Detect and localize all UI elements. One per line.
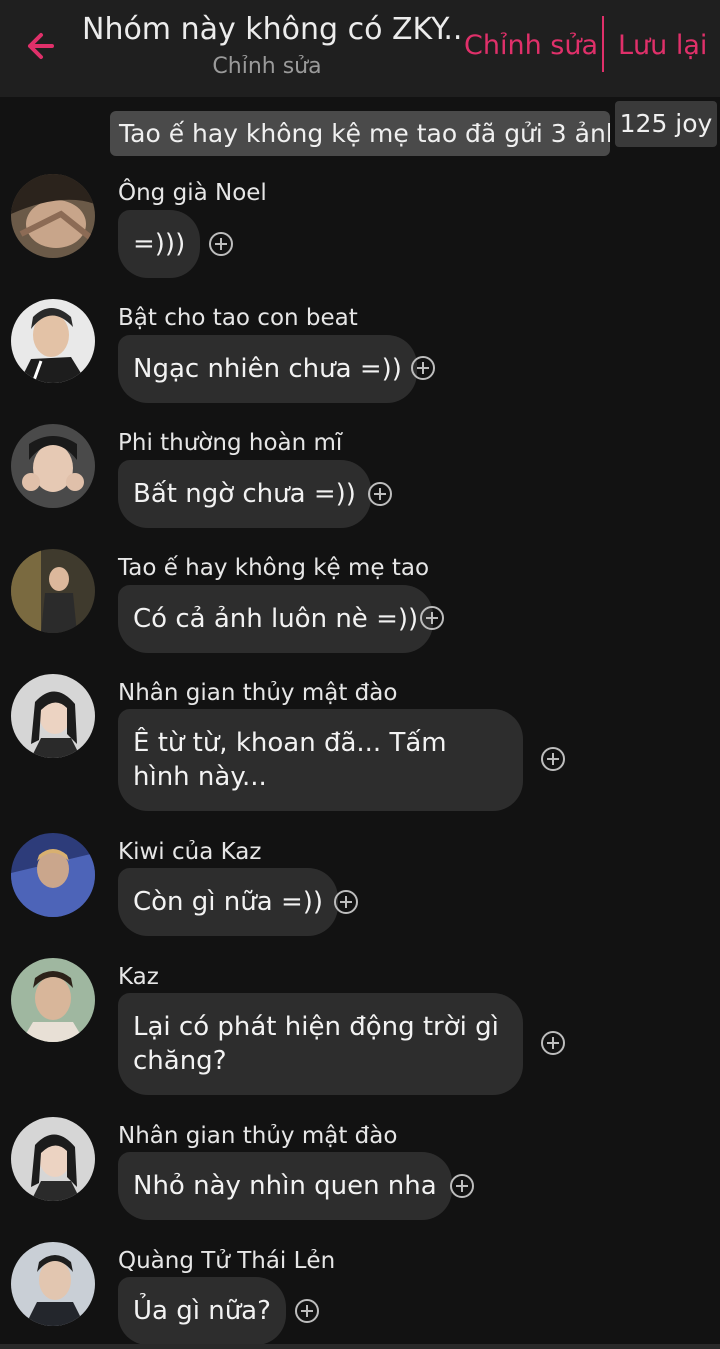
message-bubble[interactable]: Ngạc nhiên chưa =)): [118, 335, 417, 403]
message-bubble[interactable]: Ê từ từ, khoan đã... Tấm hình này...: [118, 709, 523, 811]
sender-name: Kiwi của Kaz: [118, 839, 262, 865]
avatar[interactable]: [11, 1117, 95, 1201]
avatar[interactable]: [11, 833, 95, 917]
message-bubble[interactable]: Lại có phát hiện động trời gì chăng?: [118, 993, 523, 1095]
sender-name: Nhân gian thủy mật đào: [118, 680, 398, 706]
avatar[interactable]: [11, 174, 95, 258]
add-reaction-icon[interactable]: [333, 889, 359, 915]
avatar[interactable]: [11, 958, 95, 1042]
header-divider: [602, 16, 604, 72]
add-reaction-icon[interactable]: [410, 355, 436, 381]
add-reaction-icon[interactable]: [294, 1298, 320, 1324]
add-reaction-icon[interactable]: [540, 746, 566, 772]
add-reaction-icon[interactable]: [208, 231, 234, 257]
message-bubble[interactable]: Ủa gì nữa?: [118, 1277, 286, 1345]
avatar[interactable]: [11, 299, 95, 383]
sender-name: Quàng Tử Thái Lẻn: [118, 1248, 336, 1274]
chat-header: Nhóm này không có ZKY... Chỉnh sửa Chỉnh…: [0, 0, 720, 97]
add-reaction-icon[interactable]: [449, 1173, 475, 1199]
sender-name: Phi thường hoàn mĩ: [118, 430, 343, 456]
sender-name: Tao ế hay không kệ mẹ tao: [118, 555, 430, 581]
avatar[interactable]: [11, 549, 95, 633]
add-reaction-icon[interactable]: [540, 1030, 566, 1056]
edit-button[interactable]: Chỉnh sửa: [464, 27, 598, 65]
message-bubble[interactable]: Bất ngờ chưa =)): [118, 460, 371, 528]
avatar[interactable]: [11, 424, 95, 508]
avatar[interactable]: [11, 674, 95, 758]
sender-name: Nhân gian thủy mật đào: [118, 1123, 398, 1149]
sender-name: Ông già Noel: [118, 180, 267, 206]
joy-badge: 125 joy: [615, 101, 717, 147]
avatar[interactable]: [11, 1242, 95, 1326]
add-reaction-icon[interactable]: [419, 605, 445, 631]
sender-name: Bật cho tao con beat: [118, 305, 358, 331]
message-bubble[interactable]: =))): [118, 210, 201, 278]
message-bubble[interactable]: Nhỏ này nhìn quen nha: [118, 1152, 452, 1220]
sender-name: Kaz: [118, 964, 159, 990]
message-bubble[interactable]: Tao ế hay không kệ mẹ tao đã gửi 3 ảnh.: [110, 111, 610, 156]
chat-subtitle: Chỉnh sửa: [212, 54, 322, 79]
message-bubble[interactable]: Còn gì nữa =)): [118, 868, 339, 936]
message-bubble[interactable]: Có cả ảnh luôn nè =)): [118, 585, 434, 653]
arrow-left-icon[interactable]: [22, 26, 62, 66]
save-button[interactable]: Lưu lại: [618, 27, 707, 65]
add-reaction-icon[interactable]: [367, 481, 393, 507]
bottom-divider: [0, 1344, 720, 1349]
chat-title: Nhóm này không có ZKY...: [82, 12, 460, 47]
